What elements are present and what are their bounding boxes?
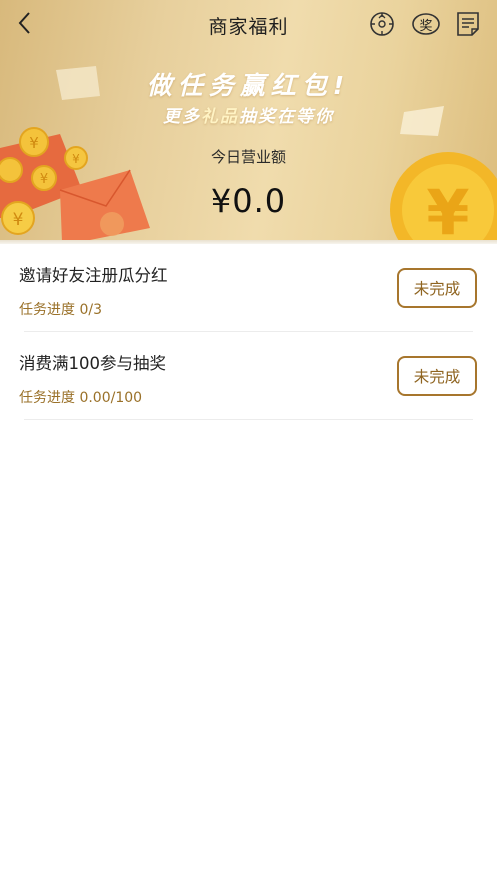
slogan-sub-part2: 抽奖在等你 [239, 107, 334, 127]
today-revenue-value: ¥0.0 [210, 182, 287, 220]
award-icon-glyph: 奖 [419, 19, 433, 34]
lucky-wheel-icon[interactable] [367, 9, 397, 39]
task-status-button[interactable]: 未完成 [397, 356, 477, 396]
task-divider [24, 419, 473, 420]
banner-slogan-main: 做任务赢红包! [146, 71, 351, 100]
banner-slogan-sub: 更多礼品抽奖在等你 [0, 102, 497, 127]
task-title: 邀请好友注册瓜分红 [19, 266, 168, 285]
task-progress: 任务进度 0/3 [19, 302, 102, 318]
slogan-sub-part1: 更多 [163, 107, 201, 127]
task-title: 消费满100参与抽奖 [19, 354, 166, 373]
task-status-button[interactable]: 未完成 [397, 268, 477, 308]
award-icon[interactable]: 奖 [411, 9, 441, 39]
red-envelope-illustration: ¥ ¥ ¥ ¥ [0, 127, 150, 242]
today-revenue-label: 今日营业额 [210, 148, 286, 166]
notes-icon[interactable] [453, 9, 483, 39]
slogan-sub-highlight: 礼品 [201, 107, 239, 127]
task-item-invite: 邀请好友注册瓜分红 任务进度 0/3 未完成 [0, 244, 497, 332]
welfare-banner: ¥ ¥ ¥ ¥ ¥ 商家福利 奖 做任务赢红包! 更多礼品抽奖在等你 今日营业额… [0, 0, 497, 242]
task-item-spend-lottery: 消费满100参与抽奖 任务进度 0.00/100 未完成 [0, 332, 497, 420]
task-progress: 任务进度 0.00/100 [19, 390, 143, 406]
